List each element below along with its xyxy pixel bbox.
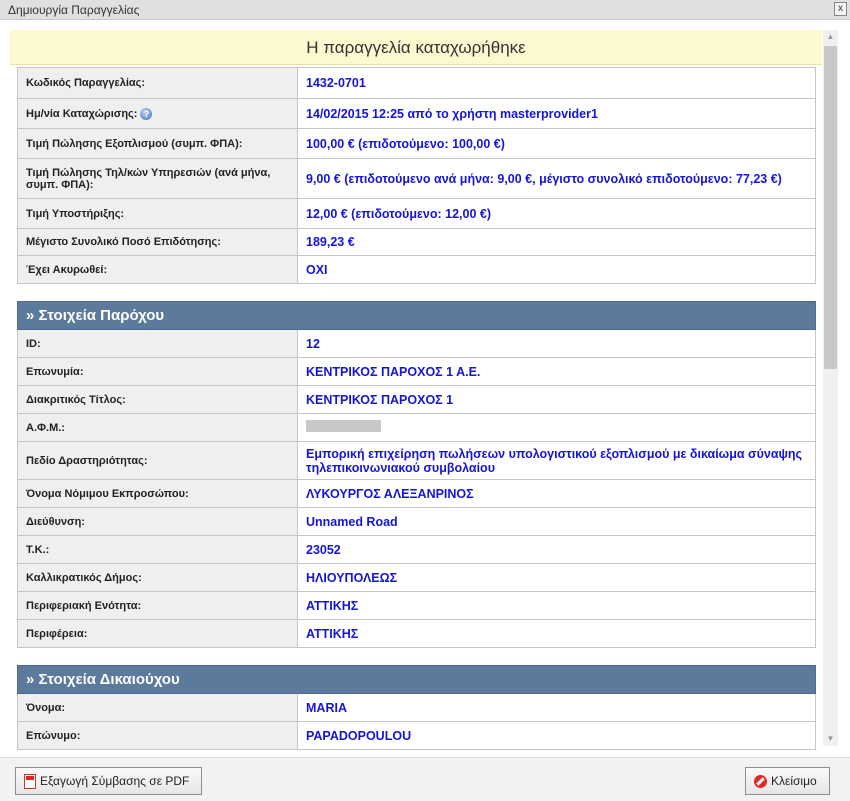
field-value: ΚΕΝΤΡΙΚΟΣ ΠΑΡΟΧΟΣ 1	[306, 392, 454, 407]
field-value: 12,00 € (επιδοτούμενο: 12,00 €)	[306, 206, 491, 221]
dialog-footer: Εξαγωγή Σύμβασης σε PDF Κλείσιμο	[0, 757, 850, 801]
field-label: Επωνυμία:	[26, 365, 84, 378]
table-row: Πεδίο Δραστηριότητας: Εμπορική επιχείρηση…	[17, 441, 816, 480]
export-pdf-button[interactable]: Εξαγωγή Σύμβασης σε PDF	[15, 767, 202, 795]
table-row: Επώνυμο: PAPADOPOULOU	[17, 721, 816, 750]
field-label: Α.Φ.Μ.:	[26, 421, 65, 434]
table-row: Τιμή Πώλησης Εξοπλισμού (συμπ. ΦΠΑ): 100,…	[17, 128, 816, 159]
field-label: Ημ/νία Καταχώρισης:	[26, 107, 138, 120]
field-value: 23052	[306, 542, 341, 557]
field-value: MARIA	[306, 700, 347, 715]
order-table: Κωδικός Παραγγελίας: 1432-0701 Ημ/νία Κατα…	[17, 67, 816, 284]
field-label: Καλλικρατικός Δήμος:	[26, 571, 142, 584]
field-value: ΚΕΝΤΡΙΚΟΣ ΠΑΡΟΧΟΣ 1 Α.Ε.	[306, 364, 481, 379]
table-row: Περιφέρεια: ΑΤΤΙΚΗΣ	[17, 619, 816, 648]
beneficiary-table: » Στοιχεία Δικαιούχου Όνομα: MARIA Επώνυμο:…	[17, 665, 816, 750]
beneficiary-section-header: » Στοιχεία Δικαιούχου	[17, 665, 816, 694]
table-row: Διακριτικός Τίτλος: ΚΕΝΤΡΙΚΟΣ ΠΑΡΟΧΟΣ 1	[17, 385, 816, 414]
table-row: ID: 12	[17, 329, 816, 358]
field-value: ΟΧΙ	[306, 262, 328, 277]
field-value: ΛΥΚΟΥΡΓΟΣ ΑΛΕΞΑΝΡΙΝΟΣ	[306, 486, 474, 501]
table-row: Καλλικρατικός Δήμος: ΗΛΙΟΥΠΟΛΕΩΣ	[17, 563, 816, 592]
field-label: Διεύθυνση:	[26, 515, 85, 528]
field-label: Περιφέρεια:	[26, 627, 88, 640]
field-value: 189,23 €	[306, 235, 355, 249]
provider-section-header: » Στοιχεία Παρόχου	[17, 301, 816, 330]
success-banner: Η παραγγελία καταχωρήθηκε	[10, 30, 822, 65]
field-label: Όνομα:	[26, 701, 66, 714]
field-label: Τιμή Υποστήριξης:	[26, 207, 125, 220]
field-value: ΗΛΙΟΥΠΟΛΕΩΣ	[306, 570, 398, 585]
field-label: Τιμή Πώλησης Εξοπλισμού (συμπ. ΦΠΑ):	[26, 137, 243, 150]
details-container: Κωδικός Παραγγελίας: 1432-0701 Ημ/νία Κατα…	[17, 67, 816, 757]
close-icon[interactable]: x	[834, 2, 847, 16]
table-row: Επωνυμία: ΚΕΝΤΡΙΚΟΣ ΠΑΡΟΧΟΣ 1 Α.Ε.	[17, 357, 816, 386]
scrollbar[interactable]: ▲ ▼	[823, 30, 838, 746]
field-value: 9,00 € (επιδοτούμενο ανά μήνα: 9,00 €, μ…	[306, 171, 782, 186]
field-value: Unnamed Road	[306, 514, 398, 529]
provider-table: » Στοιχεία Παρόχου ID: 12 Επωνυμία: ΚΕΝΤΡΙΚΟ…	[17, 301, 816, 648]
table-row: Τ.Κ.: 23052	[17, 535, 816, 564]
field-label: Μέγιστο Συνολικό Ποσό Επιδότησης:	[26, 236, 221, 248]
dialog-content: Η παραγγελία καταχωρήθηκε Κωδικός Παραγγ…	[0, 21, 850, 757]
field-value: 100,00 € (επιδοτούμενο: 100,00 €)	[306, 136, 505, 151]
field-value: Εμπορική επιχείρηση πωλήσεων υπολογιστικ…	[306, 446, 803, 475]
redacted-value	[306, 420, 381, 432]
field-value: 14/02/2015 12:25 από το χρήστη masterpro…	[306, 106, 598, 121]
field-value: ΑΤΤΙΚΗΣ	[306, 626, 359, 641]
field-value: ΑΤΤΙΚΗΣ	[306, 598, 359, 613]
field-label: Περιφεριακή Ενότητα:	[26, 599, 142, 612]
table-row: Περιφεριακή Ενότητα: ΑΤΤΙΚΗΣ	[17, 591, 816, 620]
pdf-icon	[24, 773, 36, 789]
field-label: Κωδικός Παραγγελίας:	[26, 77, 146, 89]
table-row: Τιμή Πώλησης Τηλ/κών Υπηρεσιών (ανά μήνα…	[17, 158, 816, 199]
table-row: Έχει Ακυρωθεί: ΟΧΙ	[17, 255, 816, 284]
table-row: Όνομα: MARIA	[17, 693, 816, 722]
close-button[interactable]: Κλείσιμο	[745, 767, 830, 795]
window-titlebar: Δημιουργία Παραγγελίας x	[0, 0, 850, 20]
field-value: 1432-0701	[306, 76, 366, 90]
cancel-icon	[754, 774, 767, 788]
export-pdf-label: Εξαγωγή Σύμβασης σε PDF	[40, 774, 190, 788]
field-label: ID:	[26, 337, 41, 350]
table-row: Μέγιστο Συνολικό Ποσό Επιδότησης: 189,23 …	[17, 228, 816, 256]
field-label: Πεδίο Δραστηριότητας:	[26, 454, 148, 467]
table-row: Α.Φ.Μ.:	[17, 413, 816, 442]
table-row: Όνομα Νόμιμου Εκπροσώπου: ΛΥΚΟΥΡΓΟΣ ΑΛΕΞΑ…	[17, 479, 816, 508]
help-icon[interactable]: ?	[140, 107, 153, 120]
field-value: 12	[306, 336, 320, 351]
table-row: Διεύθυνση: Unnamed Road	[17, 507, 816, 536]
window-title: Δημιουργία Παραγγελίας	[8, 3, 140, 17]
field-label: Τ.Κ.:	[26, 543, 50, 556]
field-label: Έχει Ακυρωθεί:	[26, 263, 108, 276]
field-label: Επώνυμο:	[26, 729, 81, 742]
table-row: Κωδικός Παραγγελίας: 1432-0701	[17, 67, 816, 99]
field-label: Διακριτικός Τίτλος:	[26, 393, 126, 406]
scroll-up-icon[interactable]: ▲	[823, 30, 838, 44]
field-value: PAPADOPOULOU	[306, 728, 412, 743]
scroll-down-icon[interactable]: ▼	[823, 732, 838, 746]
field-label: Τιμή Πώλησης Τηλ/κών Υπηρεσιών (ανά μήνα…	[26, 166, 271, 191]
table-row: Τιμή Υποστήριξης: 12,00 € (επιδοτούμενο: …	[17, 198, 816, 229]
field-label: Όνομα Νόμιμου Εκπροσώπου:	[26, 487, 189, 500]
scrollbar-thumb[interactable]	[824, 46, 837, 369]
close-label: Κλείσιμο	[771, 774, 817, 788]
table-row: Ημ/νία Καταχώρισης:? 14/02/2015 12:25 από…	[17, 98, 816, 129]
